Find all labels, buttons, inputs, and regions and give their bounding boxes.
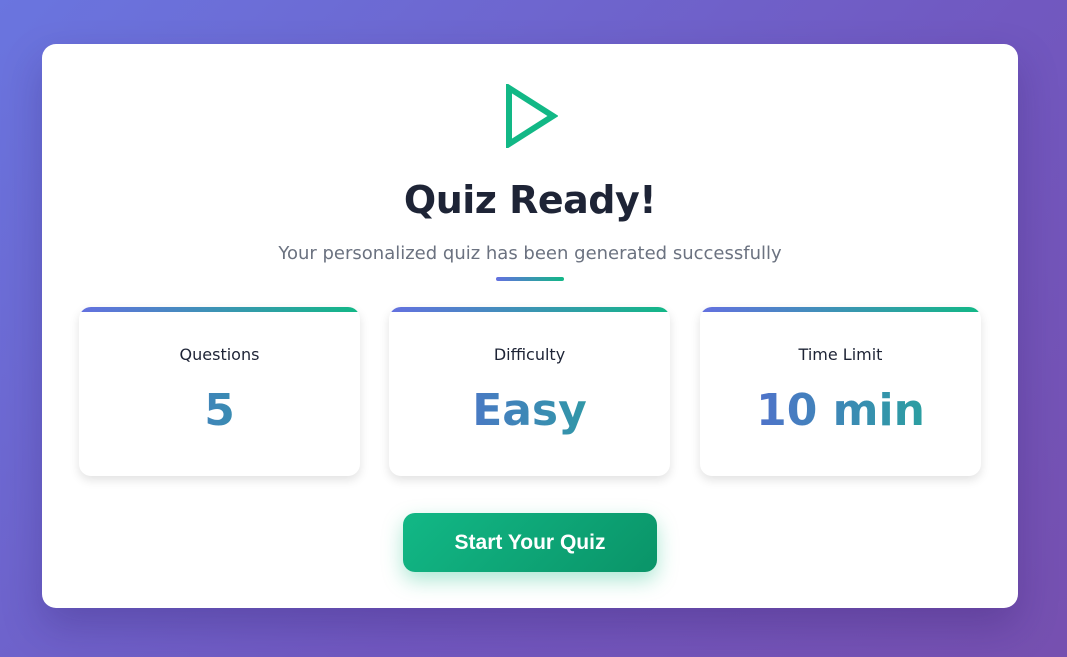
stat-card-accent-bar (79, 307, 360, 312)
page-subtitle: Your personalized quiz has been generate… (278, 243, 782, 264)
title-divider (496, 277, 564, 281)
stat-card-time-limit: Time Limit 10 min (700, 307, 981, 476)
stat-card-difficulty: Difficulty Easy (389, 307, 670, 476)
stat-card-accent-bar (700, 307, 981, 312)
stat-label: Difficulty (493, 345, 566, 364)
stat-card-accent-bar (389, 307, 670, 312)
quiz-ready-card: Quiz Ready! Your personalized quiz has b… (42, 44, 1018, 608)
stat-value: Easy (389, 385, 670, 436)
stat-value: 5 (79, 385, 360, 436)
page-title: Quiz Ready! (403, 178, 657, 222)
stat-label: Questions (179, 345, 260, 364)
play-icon (506, 84, 558, 148)
start-quiz-button[interactable]: Start Your Quiz (403, 513, 657, 572)
stat-card-questions: Questions 5 (79, 307, 360, 476)
stat-value: 10 min (700, 385, 981, 436)
stat-label: Time Limit (798, 345, 883, 364)
